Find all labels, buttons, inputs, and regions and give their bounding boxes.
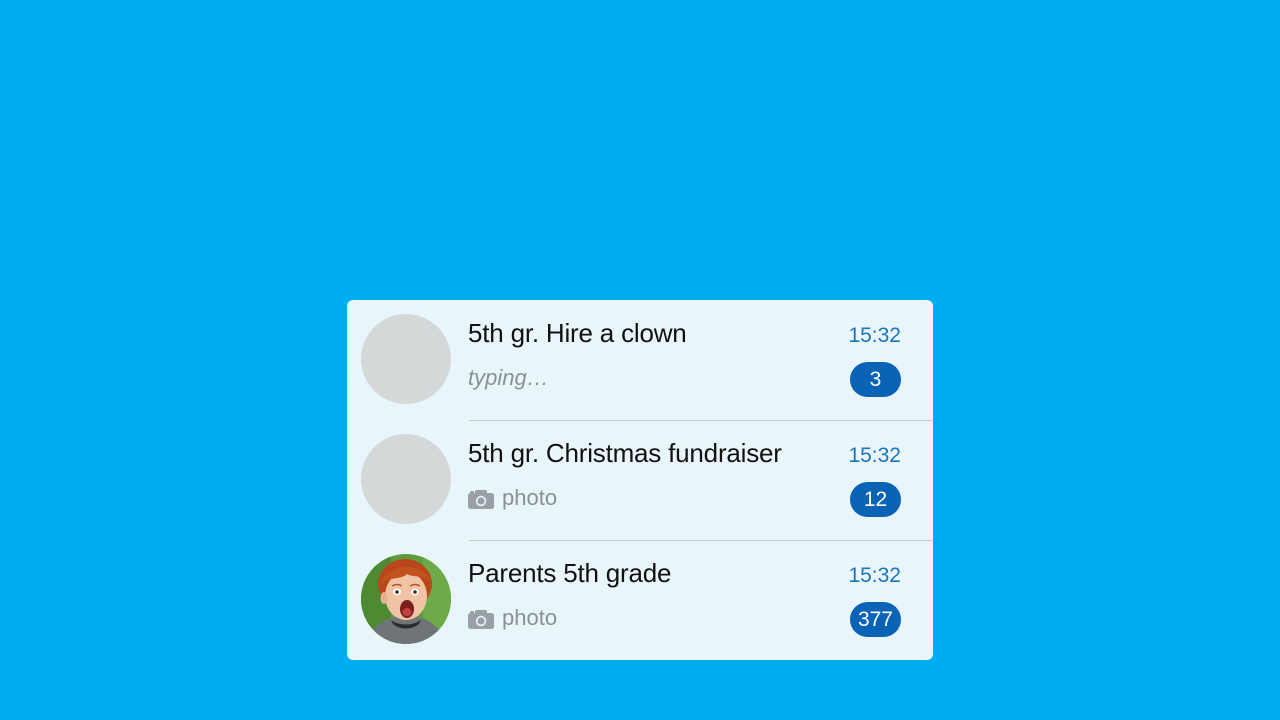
chat-avatar-placeholder: [361, 434, 451, 524]
unread-count-badge: 3: [850, 362, 901, 397]
chat-preview-photo: photo: [468, 485, 557, 511]
chat-preview-text: photo: [502, 605, 558, 630]
chat-preview-photo: photo: [468, 605, 557, 631]
chat-title: 5th gr. Christmas fundraiser: [468, 438, 782, 468]
chat-time: 15:32: [848, 564, 901, 587]
chat-avatar-placeholder: [361, 314, 451, 404]
chat-time: 15:32: [848, 444, 901, 467]
chat-preview-text: typing…: [468, 365, 549, 390]
chat-row-hire-a-clown[interactable]: 5th gr. Hire a clown 15:32 typing… 3: [347, 300, 933, 420]
camera-icon: [468, 609, 494, 629]
chat-title: 5th gr. Hire a clown: [468, 318, 687, 348]
chat-list: 5th gr. Hire a clown 15:32 typing… 3 5th…: [347, 300, 933, 660]
chat-row-parents-5th-grade[interactable]: Parents 5th grade 15:32 photo 377: [347, 540, 933, 660]
chat-avatar-child-photo: [361, 554, 451, 644]
camera-icon: [468, 489, 494, 509]
app-background: 5th gr. Hire a clown 15:32 typing… 3 5th…: [0, 0, 1280, 720]
unread-count-badge: 377: [849, 602, 901, 637]
unread-count-badge: 12: [850, 482, 901, 517]
chat-preview-text: photo: [502, 485, 558, 510]
chat-preview-typing: typing…: [468, 365, 549, 391]
chat-time: 15:32: [848, 324, 901, 347]
chat-row-christmas-fundraiser[interactable]: 5th gr. Christmas fundraiser 15:32 photo…: [347, 420, 933, 540]
chat-title: Parents 5th grade: [468, 558, 672, 588]
